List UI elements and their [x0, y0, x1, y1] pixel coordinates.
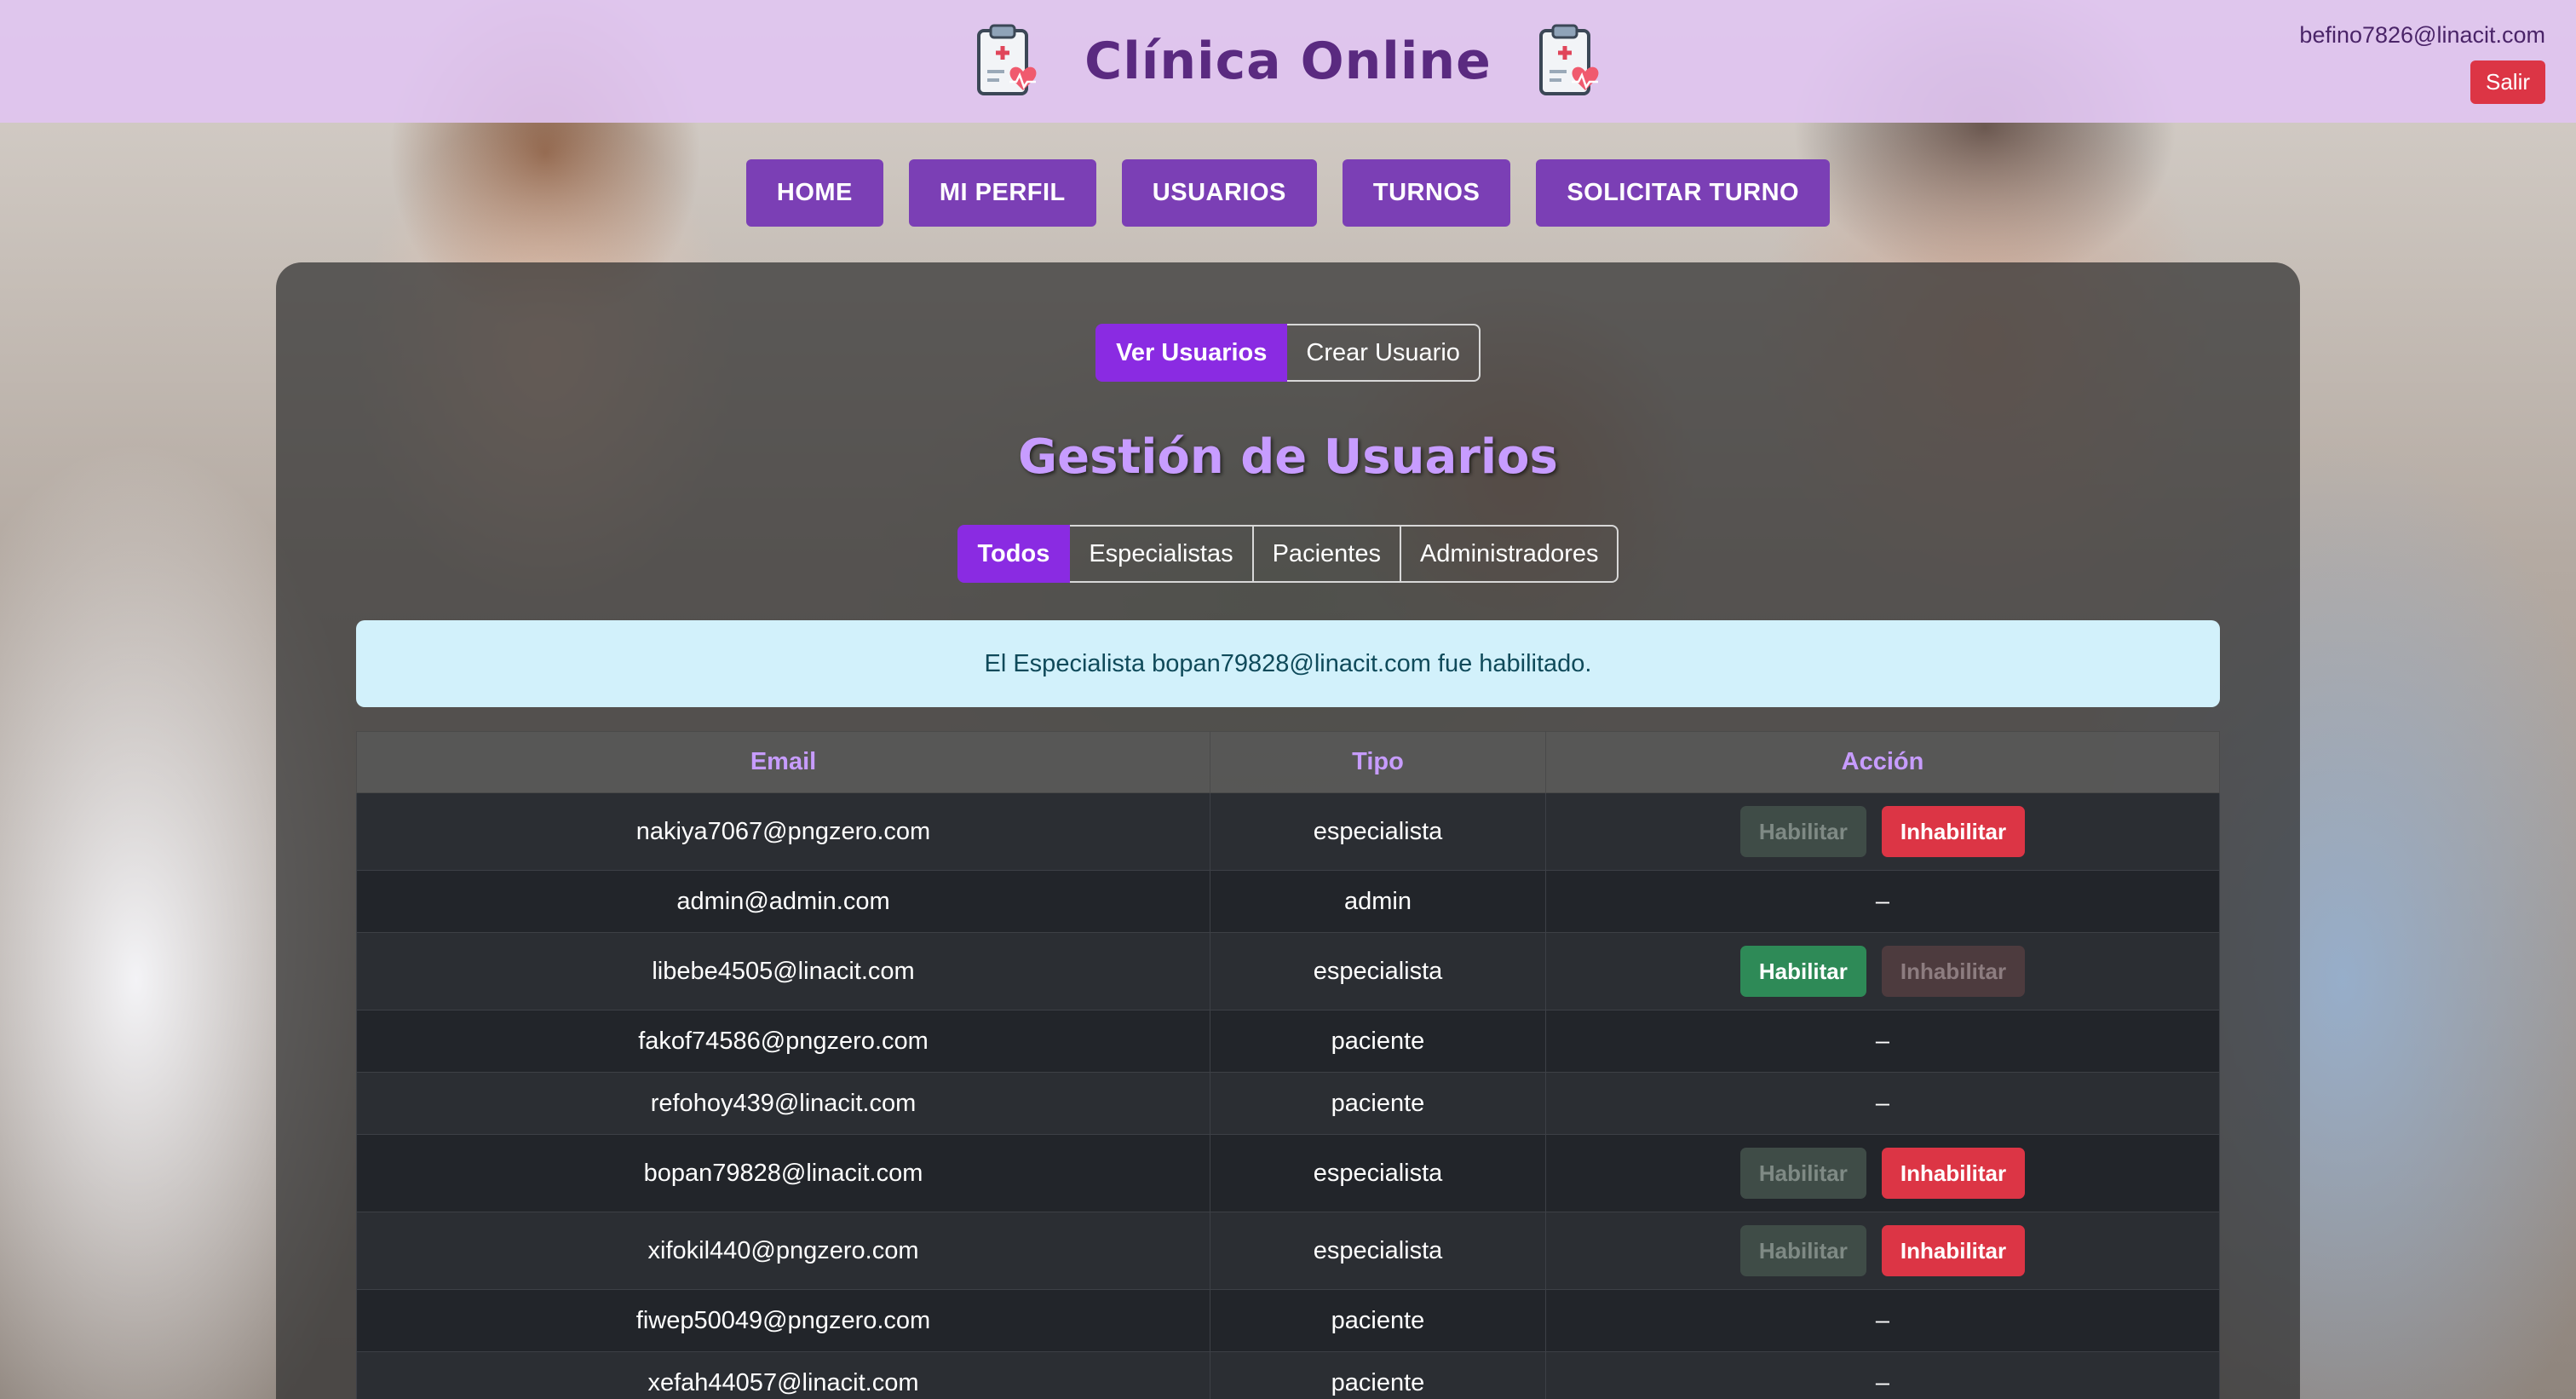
cell-accion: – [1545, 1289, 2220, 1352]
cell-tipo: especialista [1210, 932, 1546, 1010]
header-email: Email [356, 731, 1210, 793]
habilitar-button[interactable]: Habilitar [1739, 806, 1866, 857]
view-toggle: Ver Usuarios Crear Usuario [276, 324, 2300, 382]
cell-tipo: especialista [1210, 792, 1546, 871]
cell-accion: Habilitar Inhabilitar [1545, 932, 2220, 1010]
cell-email: nakiya7067@pngzero.com [356, 792, 1210, 871]
ver-usuarios-button[interactable]: Ver Usuarios [1095, 324, 1288, 382]
cell-tipo: paciente [1210, 1072, 1546, 1135]
cell-tipo: especialista [1210, 1212, 1546, 1290]
cell-tipo: paciente [1210, 1010, 1546, 1073]
cell-email: xifokil440@pngzero.com [356, 1212, 1210, 1290]
habilitar-button[interactable]: Habilitar [1739, 1148, 1866, 1199]
cell-email: refohoy439@linacit.com [356, 1072, 1210, 1135]
clipboard-heart-icon [1532, 22, 1606, 101]
clipboard-heart-icon [970, 22, 1044, 101]
inhabilitar-button[interactable]: Inhabilitar [1881, 1225, 2026, 1276]
inhabilitar-button[interactable]: Inhabilitar [1881, 946, 2026, 997]
cell-accion: Habilitar Inhabilitar [1545, 792, 2220, 871]
cell-email: admin@admin.com [356, 870, 1210, 933]
inhabilitar-button[interactable]: Inhabilitar [1881, 1148, 2026, 1199]
alert-message: El Especialista bopan79828@linacit.com f… [984, 649, 1592, 677]
table-row: admin@admin.com admin – [356, 870, 2220, 933]
cell-accion: – [1545, 1010, 2220, 1073]
habilitar-button[interactable]: Habilitar [1739, 1225, 1866, 1276]
cell-accion: – [1545, 870, 2220, 933]
nav-home-button[interactable]: HOME [745, 159, 883, 227]
nav-usuarios-button[interactable]: USUARIOS [1121, 159, 1317, 227]
cell-accion: – [1545, 1351, 2220, 1399]
cell-tipo: especialista [1210, 1134, 1546, 1212]
table-row: xifokil440@pngzero.com especialista Habili… [356, 1212, 2220, 1290]
filter-pacientes-button[interactable]: Pacientes [1253, 525, 1401, 583]
header-accion: Acción [1545, 731, 2220, 793]
table-row: bopan79828@linacit.com especialista Habili… [356, 1134, 2220, 1212]
inhabilitar-button[interactable]: Inhabilitar [1881, 806, 2026, 857]
cell-tipo: admin [1210, 870, 1546, 933]
cell-email: xefah44057@linacit.com [356, 1351, 1210, 1399]
site-header: Clínica Online befino7826@linacit.com Sa… [0, 0, 2576, 123]
cell-email: libebe4505@linacit.com [356, 932, 1210, 1010]
users-table-wrapper: Email Tipo Acción nakiya7067@pngzero.com… [356, 731, 2220, 1399]
cell-accion: Habilitar Inhabilitar [1545, 1212, 2220, 1290]
status-alert: El Especialista bopan79828@linacit.com f… [356, 620, 2220, 707]
nav-solicitar-turno-button[interactable]: SOLICITAR TURNO [1536, 159, 1831, 227]
habilitar-button[interactable]: Habilitar [1739, 946, 1866, 997]
page-title: Gestión de Usuarios [1018, 429, 1558, 485]
cell-email: bopan79828@linacit.com [356, 1134, 1210, 1212]
cell-accion: – [1545, 1072, 2220, 1135]
cell-tipo: paciente [1210, 1289, 1546, 1352]
user-email: befino7826@linacit.com [2299, 22, 2545, 48]
header-tipo: Tipo [1210, 731, 1546, 793]
filter-todos-button[interactable]: Todos [957, 525, 1071, 583]
users-table: Email Tipo Acción nakiya7067@pngzero.com… [356, 731, 2220, 1399]
logout-button[interactable]: Salir [2470, 60, 2545, 104]
filter-especialistas-button[interactable]: Especialistas [1070, 525, 1254, 583]
nav-mi-perfil-button[interactable]: MI PERFIL [908, 159, 1096, 227]
cell-email: fakof74586@pngzero.com [356, 1010, 1210, 1073]
table-row: nakiya7067@pngzero.com especialista Habili… [356, 792, 2220, 871]
table-row: fakof74586@pngzero.com paciente – [356, 1010, 2220, 1073]
cell-accion: Habilitar Inhabilitar [1545, 1134, 2220, 1212]
crear-usuario-button[interactable]: Crear Usuario [1287, 324, 1481, 382]
table-row: fiwep50049@pngzero.com paciente – [356, 1289, 2220, 1352]
site-title: Clínica Online [1084, 32, 1492, 91]
brand: Clínica Online [970, 22, 1606, 101]
table-row: libebe4505@linacit.com especialista Habili… [356, 932, 2220, 1010]
user-box: befino7826@linacit.com Salir [2299, 22, 2545, 104]
users-panel: Ver Usuarios Crear Usuario Gestión de Us… [276, 262, 2300, 1399]
table-row: refohoy439@linacit.com paciente – [356, 1072, 2220, 1135]
table-row: xefah44057@linacit.com paciente – [356, 1351, 2220, 1399]
nav-turnos-button[interactable]: TURNOS [1342, 159, 1511, 227]
filter-administradores-button[interactable]: Administradores [1400, 525, 1619, 583]
main-nav: HOME MI PERFIL USUARIOS TURNOS SOLICITAR… [0, 159, 2576, 227]
cell-email: fiwep50049@pngzero.com [356, 1289, 1210, 1352]
user-type-filter: Todos Especialistas Pacientes Administra… [276, 525, 2300, 583]
cell-tipo: paciente [1210, 1351, 1546, 1399]
